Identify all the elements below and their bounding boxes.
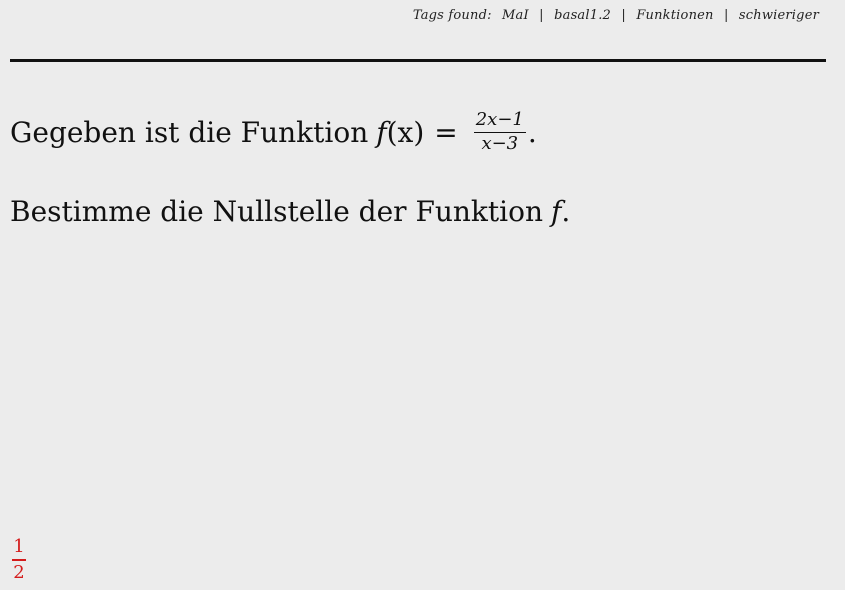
function-fraction: 2x−1 x−3: [473, 109, 526, 155]
page-indicator: 1 2: [12, 538, 26, 582]
tag-item: Funktionen: [636, 8, 714, 23]
fraction-denominator: x−3: [481, 133, 519, 155]
fraction-numerator: 2x−1: [475, 109, 524, 130]
page-current: 1: [13, 536, 25, 557]
tag-item: schwieriger: [738, 8, 819, 23]
tag-item: MaI: [502, 8, 529, 23]
task-function-name: f: [551, 195, 562, 228]
tag-separator: |: [621, 8, 626, 23]
problem-statement: Gegeben ist die Funktion f (x) = 2x−1 x−…: [10, 110, 537, 154]
header-divider: [10, 59, 826, 62]
page-fraction-bar: [12, 559, 26, 561]
tags-header: Tags found: MaI | basal1.2 | Funktionen …: [413, 8, 819, 23]
task-period: .: [561, 195, 571, 228]
task-prefix: Bestimme die Nullstelle der Funktion: [10, 195, 543, 228]
tag-separator: |: [539, 8, 544, 23]
tag-separator: |: [723, 8, 729, 23]
function-name: f: [376, 115, 387, 149]
tags-label: Tags found:: [412, 8, 492, 23]
statement-prefix: Gegeben ist die Funktion: [10, 115, 369, 149]
page-total: 2: [13, 561, 25, 583]
statement-period: .: [527, 115, 537, 149]
tag-item: basal1.2: [554, 8, 612, 23]
task-statement: Bestimme die Nullstelle der Funktion f .: [10, 195, 570, 228]
function-argument: (x): [386, 115, 425, 149]
equals-sign: =: [434, 115, 458, 149]
